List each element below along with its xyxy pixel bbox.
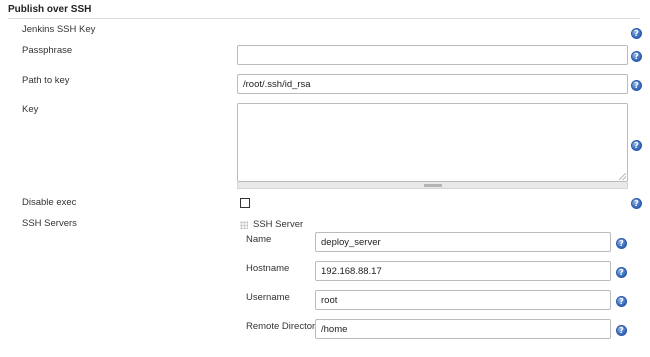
help-icon[interactable]: ? <box>616 238 627 249</box>
help-icon[interactable]: ? <box>616 296 627 307</box>
textarea-resize-bar[interactable] <box>237 182 628 189</box>
key-label: Key <box>22 104 39 115</box>
help-icon[interactable]: ? <box>631 80 642 91</box>
username-label: Username <box>246 292 290 303</box>
drag-handle-icon <box>423 184 442 187</box>
server-name-field[interactable]: deploy_server <box>315 232 611 252</box>
remote-directory-field[interactable]: /home <box>315 319 611 339</box>
path-to-key-label: Path to key <box>22 75 70 86</box>
help-icon[interactable]: ? <box>631 28 642 39</box>
resize-grip-icon[interactable] <box>619 173 626 180</box>
section-divider <box>8 18 640 19</box>
drag-handle-icon[interactable] <box>240 221 248 229</box>
ssh-servers-label: SSH Servers <box>22 218 77 229</box>
username-field[interactable]: root <box>315 290 611 310</box>
passphrase-field[interactable] <box>237 45 628 65</box>
passphrase-label: Passphrase <box>22 45 73 56</box>
help-icon[interactable]: ? <box>631 51 642 62</box>
publish-over-ssh-panel: Publish over SSH Jenkins SSH Key ? Passp… <box>0 0 650 357</box>
hostname-field[interactable]: 192.168.88.17 <box>315 261 611 281</box>
section-title: Publish over SSH <box>8 4 92 15</box>
ssh-server-heading: SSH Server <box>253 219 304 230</box>
key-textarea[interactable] <box>237 103 628 182</box>
help-icon[interactable]: ? <box>616 267 627 278</box>
disable-exec-checkbox[interactable] <box>240 198 250 208</box>
remote-directory-label: Remote Directory <box>246 321 320 332</box>
help-icon[interactable]: ? <box>631 198 642 209</box>
jenkins-ssh-key-label: Jenkins SSH Key <box>22 24 96 35</box>
path-to-key-field[interactable]: /root/.ssh/id_rsa <box>237 74 628 94</box>
hostname-label: Hostname <box>246 263 290 274</box>
help-icon[interactable]: ? <box>616 325 627 336</box>
help-icon[interactable]: ? <box>631 140 642 151</box>
disable-exec-label: Disable exec <box>22 197 77 208</box>
server-name-label: Name <box>246 234 272 245</box>
